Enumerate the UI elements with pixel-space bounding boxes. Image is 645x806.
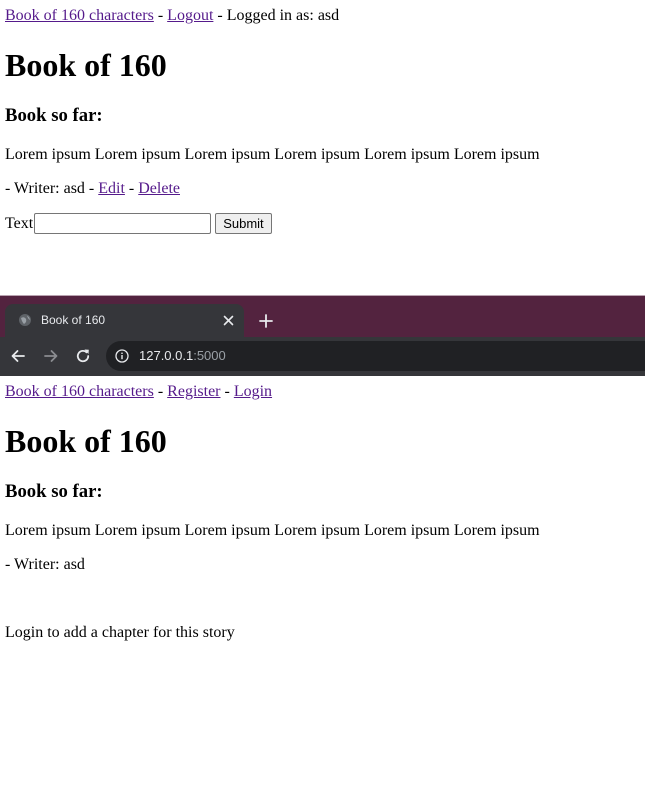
login-prompt: Login to add a chapter for this story (5, 624, 235, 641)
url-text: 127.0.0.1:5000 (139, 348, 226, 364)
url-host: 127.0.0.1 (139, 348, 194, 363)
page-title: Book of 160 (5, 423, 167, 459)
top-nav: Book of 160 characters - Logout - Logged… (5, 7, 339, 25)
story-text: Lorem ipsum Lorem ipsum Lorem ipsum Lore… (5, 146, 540, 163)
text-input[interactable] (34, 213, 212, 234)
edit-link[interactable]: Edit (98, 180, 125, 197)
nav-separator: - (220, 383, 234, 400)
close-icon[interactable] (221, 313, 236, 328)
register-link[interactable]: Register (167, 383, 220, 400)
globe-icon (19, 314, 31, 326)
nav-separator: - (153, 7, 168, 24)
story-text: Lorem ipsum Lorem ipsum Lorem ipsum Lore… (5, 522, 540, 539)
page-title: Book of 160 (5, 47, 167, 83)
nav-separator: - (153, 383, 168, 400)
browser-chrome: Book of 160 127.0.0.1:5000 (0, 295, 645, 376)
home-link[interactable]: Book of 160 characters (5, 383, 154, 400)
writer-label: - Writer: asd - (5, 180, 99, 197)
section-heading: Book so far: (5, 105, 103, 126)
info-icon[interactable] (115, 349, 129, 363)
top-nav: Book of 160 characters - Register - Logi… (5, 383, 272, 401)
url-port: :5000 (193, 348, 226, 363)
writer-line: - Writer: asd - Edit - Delete (5, 180, 180, 198)
new-tab-plus-icon[interactable] (258, 313, 274, 329)
forward-arrow-icon[interactable] (42, 347, 60, 365)
delete-link[interactable]: Delete (138, 180, 180, 197)
address-bar[interactable]: 127.0.0.1:5000 (106, 341, 645, 371)
browser-toolbar: 127.0.0.1:5000 (0, 337, 645, 376)
login-link[interactable]: Login (234, 383, 272, 400)
browser-tab[interactable]: Book of 160 (5, 304, 244, 337)
logged-in-status: - Logged in as: asd (213, 7, 340, 24)
back-arrow-icon[interactable] (9, 347, 27, 365)
writer-separator: - (124, 180, 139, 197)
writer-line: - Writer: asd (5, 556, 85, 573)
tab-title: Book of 160 (41, 313, 106, 327)
tab-strip: Book of 160 (0, 295, 645, 337)
chapter-form: Text Submit (5, 213, 272, 234)
text-label: Text (5, 214, 34, 232)
home-link[interactable]: Book of 160 characters (5, 7, 154, 24)
logout-link[interactable]: Logout (167, 7, 213, 24)
reload-icon[interactable] (74, 347, 92, 365)
section-heading: Book so far: (5, 481, 103, 502)
submit-button[interactable]: Submit (215, 213, 272, 234)
